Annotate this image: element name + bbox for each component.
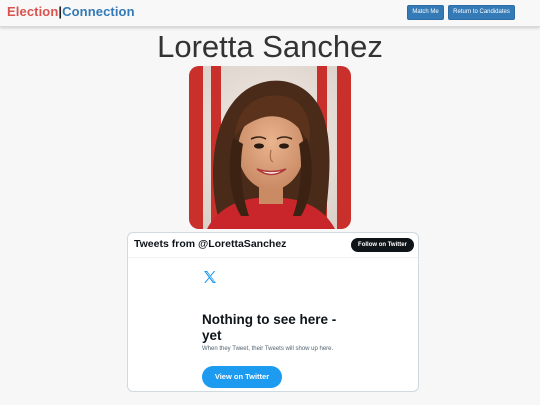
empty-timeline-subtext: When they Tweet, their Tweets will show … — [202, 346, 334, 352]
top-navbar: Election|Connection Match Me Return to C… — [0, 0, 540, 27]
brand-logo[interactable]: Election|Connection — [7, 4, 135, 19]
match-me-button[interactable]: Match Me — [407, 5, 444, 20]
brand-connection: Connection — [62, 4, 135, 19]
candidate-portrait — [189, 66, 351, 229]
follow-on-twitter-button[interactable]: Follow on Twitter — [351, 238, 414, 252]
twitter-timeline-title: Tweets from @LorettaSanchez — [134, 238, 287, 250]
brand-election: Election — [7, 4, 59, 19]
empty-timeline-heading: Nothing to see here - yet — [202, 312, 337, 343]
candidate-name: Loretta Sanchez — [157, 29, 383, 64]
portrait-image — [189, 66, 351, 229]
twitter-timeline-header: Tweets from @LorettaSanchez Follow on Tw… — [128, 233, 418, 258]
twitter-timeline-card: Tweets from @LorettaSanchez Follow on Tw… — [127, 232, 419, 392]
return-to-candidates-button[interactable]: Return to Candidates — [448, 5, 515, 20]
x-logo-icon — [204, 271, 216, 283]
view-on-twitter-button[interactable]: View on Twitter — [202, 366, 282, 388]
